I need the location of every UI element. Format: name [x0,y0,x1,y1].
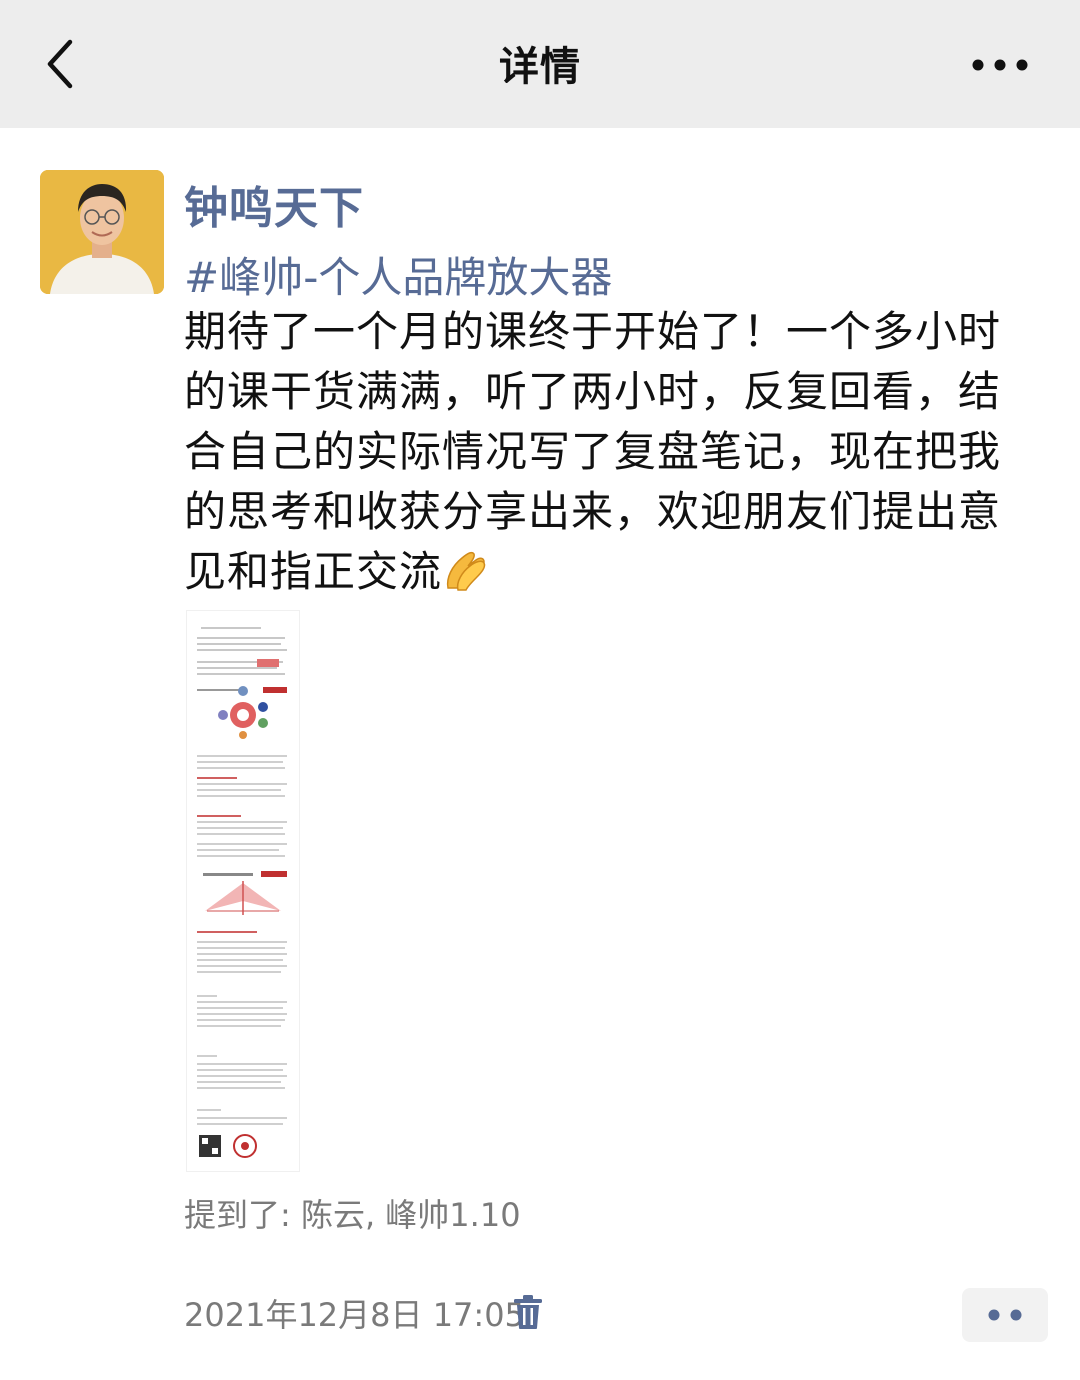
post-text: 期待了一个月的课终于开始了！一个多小时的课干货满满，听了两小时，反复回看，结合自… [184,307,1002,596]
like-comment-button[interactable] [962,1288,1048,1342]
post-image-thumbnail[interactable] [186,610,300,1172]
trash-icon [514,1295,542,1329]
more-dots-icon [972,59,1028,71]
post-content: 期待了一个月的课终于开始了！一个多小时的课干货满满，听了两小时，反复回看，结合自… [184,302,1020,608]
top-bar: 详情 [0,0,1080,128]
hashtag-link[interactable]: #峰帅-个人品牌放大器 [184,244,612,305]
avatar[interactable] [40,170,164,294]
mentions-text: 提到了: 陈云, 峰帅1.10 [184,1196,521,1234]
pray-hands-icon [442,548,492,608]
two-dots-icon [988,1309,1022,1321]
page-title: 详情 [499,44,581,90]
author-name[interactable]: 钟鸣天下 [184,172,364,236]
post-timestamp: 2021年12月8日 17:05 [184,1296,525,1334]
notes-longimage [197,627,287,1158]
avatar-image [40,170,164,294]
more-button[interactable] [960,40,1040,90]
delete-button[interactable] [508,1290,548,1334]
